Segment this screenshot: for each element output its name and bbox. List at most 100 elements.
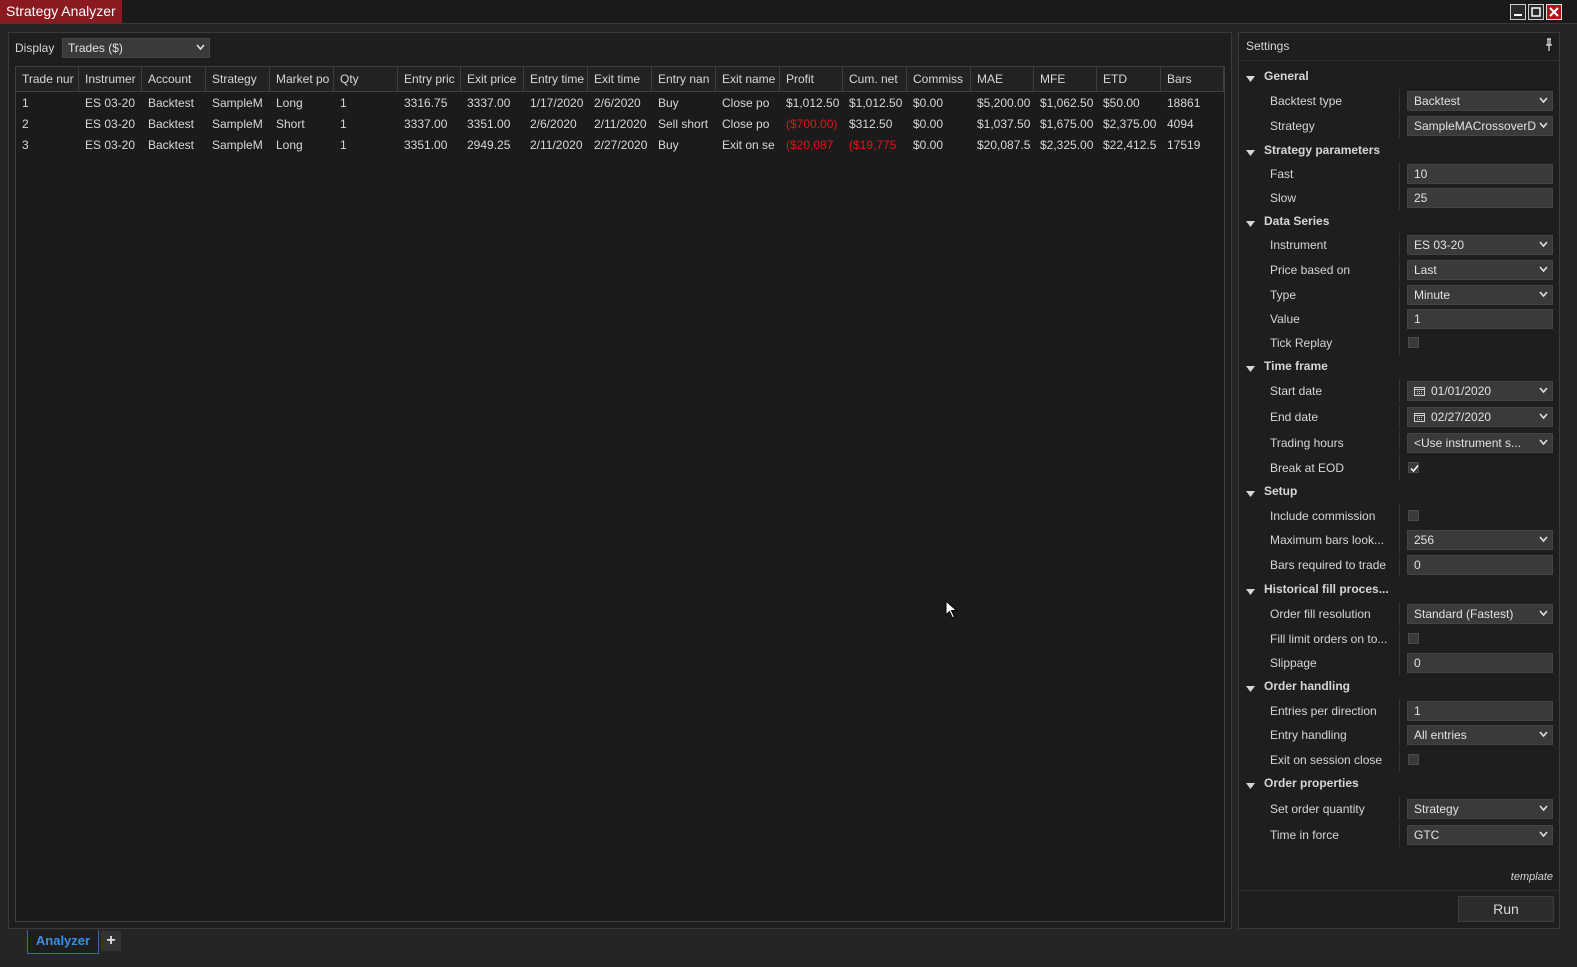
dropdown-value: Strategy (1414, 802, 1459, 816)
column-header[interactable]: Exit time (588, 67, 652, 92)
table-row[interactable]: 3 ES 03-20 Backtest SampleM Long 1 3351.00 2949… (16, 135, 1224, 156)
section-order-properties[interactable]: Order properties (1239, 772, 1559, 794)
type-dropdown[interactable]: Minute (1407, 285, 1553, 305)
entries-per-direction-field[interactable]: 1 (1407, 701, 1553, 721)
property-label: Slippage (1270, 656, 1317, 670)
table-row[interactable]: 2 ES 03-20 Backtest SampleM Short 1 3337.00 335… (16, 114, 1224, 135)
column-divider (1399, 456, 1400, 480)
add-tab-button[interactable]: + (101, 931, 121, 951)
section-data-series[interactable]: Data Series (1239, 210, 1559, 232)
table-cell: SampleM (212, 96, 263, 110)
include-commission-checkbox[interactable] (1408, 510, 1419, 521)
property-slow: Slow 25 (1239, 186, 1559, 210)
column-header[interactable]: Entry time (524, 67, 588, 92)
trading-hours-dropdown[interactable]: <Use instrument s... (1407, 433, 1553, 453)
close-button[interactable] (1546, 4, 1562, 20)
table-row[interactable]: 1 ES 03-20 Backtest SampleM Long 1 3316.75 3337… (16, 93, 1224, 114)
pin-icon[interactable] (1544, 38, 1554, 52)
column-header[interactable]: Profit (780, 67, 843, 92)
section-strategy-parameters[interactable]: Strategy parameters (1239, 139, 1559, 161)
minimize-icon (1514, 14, 1522, 16)
slippage-field[interactable]: 0 (1407, 653, 1553, 673)
chevron-down-icon (1539, 122, 1548, 130)
instrument-dropdown[interactable]: ES 03-20 (1407, 235, 1553, 255)
dropdown-value: ES 03-20 (1414, 238, 1465, 252)
order-fill-resolution-dropdown[interactable]: Standard (Fastest) (1407, 604, 1553, 624)
table-cell: $50.00 (1103, 96, 1140, 110)
start-date-picker[interactable]: 01/01/2020 (1407, 381, 1553, 401)
time-in-force-dropdown[interactable]: GTC (1407, 825, 1553, 845)
section-label: Historical fill proces... (1264, 582, 1389, 596)
run-button[interactable]: Run (1458, 896, 1554, 922)
column-header[interactable]: Exit name (716, 67, 780, 92)
column-header[interactable]: Market po (270, 67, 334, 92)
section-label: Setup (1264, 484, 1298, 498)
display-label: Display (15, 41, 55, 55)
property-end-date: End date 02/27/2020 (1239, 405, 1559, 429)
column-header[interactable]: ETD (1097, 67, 1161, 92)
property-time-in-force: Time in force GTC (1239, 823, 1559, 847)
exit-on-session-close-checkbox[interactable] (1408, 754, 1419, 765)
table-cell: 2/6/2020 (530, 117, 577, 131)
column-header[interactable]: Trade nur (16, 67, 79, 92)
table-cell: 2/11/2020 (530, 138, 583, 152)
property-entries-per-direction: Entries per direction 1 (1239, 699, 1559, 723)
minimize-button[interactable] (1510, 4, 1526, 20)
section-historical-fill[interactable]: Historical fill proces... (1239, 578, 1559, 600)
entry-handling-dropdown[interactable]: All entries (1407, 725, 1553, 745)
price-based-on-dropdown[interactable]: Last (1407, 260, 1553, 280)
tick-replay-checkbox[interactable] (1408, 337, 1419, 348)
bars-required-field[interactable]: 0 (1407, 555, 1553, 575)
table-cell: 3337.00 (404, 117, 448, 131)
table-cell: Sell short (658, 117, 709, 131)
column-divider (1399, 162, 1400, 186)
property-label: Start date (1270, 384, 1323, 398)
max-bars-lookback-dropdown[interactable]: 256 (1407, 530, 1553, 550)
settings-title: Settings (1246, 39, 1290, 53)
maximize-button[interactable] (1528, 4, 1544, 20)
column-header[interactable]: Entry pric (398, 67, 461, 92)
column-header[interactable]: Account (142, 67, 206, 92)
column-header[interactable]: Bars (1161, 67, 1224, 92)
fill-limit-orders-checkbox[interactable] (1408, 633, 1419, 644)
section-setup[interactable]: Setup (1239, 480, 1559, 502)
column-header[interactable]: MFE (1034, 67, 1097, 92)
dropdown-value: GTC (1414, 828, 1440, 842)
end-date-picker[interactable]: 02/27/2020 (1407, 407, 1553, 427)
property-label: Bars required to trade (1270, 558, 1387, 572)
table-cell: $22,412.5 (1103, 138, 1157, 152)
table-cell: 3351.00 (467, 117, 511, 131)
template-link[interactable]: template (1511, 871, 1553, 883)
section-order-handling[interactable]: Order handling (1239, 675, 1559, 697)
column-header[interactable]: Entry nan (652, 67, 716, 92)
break-at-eod-checkbox[interactable] (1408, 462, 1419, 473)
table-cell: 1 (22, 96, 29, 110)
column-header[interactable]: Cum. net (843, 67, 907, 92)
column-header[interactable]: Qty (334, 67, 398, 92)
set-order-quantity-dropdown[interactable]: Strategy (1407, 799, 1553, 819)
section-general[interactable]: General (1239, 65, 1559, 87)
tab-analyzer[interactable]: Analyzer (27, 930, 99, 954)
chevron-down-icon (1539, 536, 1548, 544)
fast-field[interactable]: 10 (1407, 164, 1553, 184)
strategy-dropdown[interactable]: SampleMACrossoverD (1407, 116, 1553, 136)
slow-field[interactable]: 25 (1407, 188, 1553, 208)
display-select[interactable]: Trades ($) (62, 38, 210, 58)
column-divider (1399, 627, 1400, 651)
column-header[interactable]: Instrumer (79, 67, 142, 92)
property-label: Type (1270, 288, 1297, 302)
column-header[interactable]: Exit price (461, 67, 524, 92)
column-header[interactable]: Strategy (206, 67, 270, 92)
property-label: End date (1270, 410, 1319, 424)
section-time-frame[interactable]: Time frame (1239, 355, 1559, 377)
chevron-down-icon (1539, 731, 1548, 739)
table-cell: 3337.00 (467, 96, 511, 110)
column-divider (1399, 331, 1400, 355)
value-field[interactable]: 1 (1407, 309, 1553, 329)
table-cell: ($20,087 (786, 138, 834, 152)
column-header[interactable]: MAE (971, 67, 1034, 92)
section-label: Order handling (1264, 679, 1351, 693)
column-header[interactable]: Commiss (907, 67, 971, 92)
property-entry-handling: Entry handling All entries (1239, 723, 1559, 747)
backtest-type-dropdown[interactable]: Backtest (1407, 91, 1553, 111)
